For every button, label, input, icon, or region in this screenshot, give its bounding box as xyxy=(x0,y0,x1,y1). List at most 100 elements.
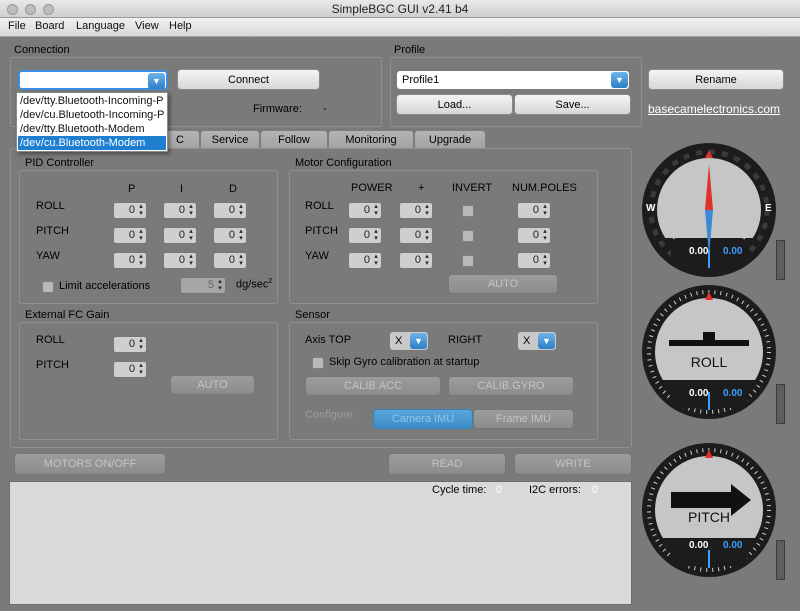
port-option-selected[interactable]: /dev/cu.Bluetooth-Modem xyxy=(18,136,166,150)
port-select[interactable]: ▼ xyxy=(18,70,168,90)
ext-fc-roll[interactable]: 0 ▴ ▾ xyxy=(113,336,147,353)
motor-yaw-power[interactable]: 0 ▴ ▾ xyxy=(348,252,382,269)
value: 0 xyxy=(414,204,421,216)
pid-pitch-p[interactable]: 0 ▴ ▾ xyxy=(113,227,147,244)
calib-gyro-button[interactable]: CALIB.GYRO xyxy=(448,376,574,396)
pid-title: PID Controller xyxy=(25,157,95,169)
menu-board[interactable]: Board xyxy=(35,20,64,32)
spinner-arrows-icon[interactable]: ▴ ▾ xyxy=(187,203,195,217)
window-titlebar: SimpleBGC GUI v2.41 b4 xyxy=(0,0,800,18)
axis-top-select[interactable]: X ▼ xyxy=(389,331,429,351)
motor-pitch-poles[interactable]: 0 ▴ ▾ xyxy=(517,227,551,244)
motor-auto-button[interactable]: AUTO xyxy=(448,274,558,294)
motor-pitch-plus[interactable]: 0 ▴ ▾ xyxy=(399,227,433,244)
pid-yaw-i[interactable]: 0 ▴ ▾ xyxy=(163,252,197,269)
limit-accelerations-checkbox[interactable] xyxy=(42,281,54,293)
spinner-arrows-icon[interactable]: ▴ ▾ xyxy=(372,253,380,267)
connect-button[interactable]: Connect xyxy=(177,69,320,90)
connection-title: Connection xyxy=(14,44,70,56)
spinner-arrows-icon[interactable]: ▴ ▾ xyxy=(137,228,145,242)
pid-pitch-d[interactable]: 0 ▴ ▾ xyxy=(213,227,247,244)
axis-right-label: RIGHT xyxy=(448,334,483,346)
spinner-arrows-icon[interactable]: ▴ ▾ xyxy=(423,253,431,267)
axis-right-select[interactable]: X ▼ xyxy=(517,331,557,351)
motor-pitch-power[interactable]: 0 ▴ ▾ xyxy=(348,227,382,244)
ext-fc-auto-button[interactable]: AUTO xyxy=(170,375,255,395)
profile-load-button[interactable]: Load... xyxy=(396,94,513,115)
motor-header-plus: + xyxy=(418,182,425,194)
tab-follow[interactable]: Follow xyxy=(260,130,328,149)
port-option[interactable]: /dev/tty.Bluetooth-Modem xyxy=(18,122,166,136)
log-area[interactable] xyxy=(9,481,632,605)
firmware-value: - xyxy=(323,103,327,115)
frame-imu-button[interactable]: Frame IMU xyxy=(473,409,574,429)
menu-language[interactable]: Language xyxy=(76,20,125,32)
website-link[interactable]: basecamelectronics.com xyxy=(648,102,780,116)
i2c-errors-value: 0 xyxy=(592,484,599,496)
value: 0 xyxy=(414,229,421,241)
roll-horizon-bar xyxy=(669,340,749,346)
motor-yaw-invert-checkbox[interactable] xyxy=(462,255,474,267)
tab-upgrade[interactable]: Upgrade xyxy=(414,130,486,149)
menu-help[interactable]: Help xyxy=(169,20,192,32)
spinner-arrows-icon[interactable]: ▴ ▾ xyxy=(187,253,195,267)
motor-pitch-invert-checkbox[interactable] xyxy=(462,230,474,242)
pid-header-i: I xyxy=(180,183,184,195)
motors-on-off-button[interactable]: MOTORS ON/OFF xyxy=(14,453,166,475)
axis-top-label: Axis TOP xyxy=(305,334,352,346)
spinner-arrows-icon[interactable]: ▴ ▾ xyxy=(541,228,549,242)
camera-imu-button[interactable]: Camera IMU xyxy=(373,409,473,429)
pid-roll-d[interactable]: 0 ▴ ▾ xyxy=(213,202,247,219)
write-button[interactable]: WRITE xyxy=(514,453,632,475)
spinner-arrows-icon[interactable]: ▴ ▾ xyxy=(423,203,431,217)
skip-gyro-checkbox[interactable] xyxy=(312,357,324,369)
spinner-arrows-icon[interactable]: ▴ ▾ xyxy=(137,253,145,267)
zoom-window-button[interactable] xyxy=(43,4,54,15)
pid-roll-p[interactable]: 0 ▴ ▾ xyxy=(113,202,147,219)
port-option[interactable]: /dev/tty.Bluetooth-Incoming-P xyxy=(18,94,166,108)
motor-roll-plus[interactable]: 0 ▴ ▾ xyxy=(399,202,433,219)
motor-roll-power[interactable]: 0 ▴ ▾ xyxy=(348,202,382,219)
spinner-arrows-icon[interactable]: ▴ ▾ xyxy=(372,228,380,242)
pid-yaw-p[interactable]: 0 ▴ ▾ xyxy=(113,252,147,269)
spinner-arrows-icon[interactable]: ▴ ▾ xyxy=(541,203,549,217)
motor-row-label: ROLL xyxy=(305,200,334,212)
pid-roll-i[interactable]: 0 ▴ ▾ xyxy=(163,202,197,219)
profile-select[interactable]: Profile1 ▼ xyxy=(396,70,630,90)
tab-service[interactable]: Service xyxy=(200,130,260,149)
chevron-down-icon: ▼ xyxy=(148,73,165,89)
pid-pitch-i[interactable]: 0 ▴ ▾ xyxy=(163,227,197,244)
roll-level-bar xyxy=(776,384,785,424)
rename-button[interactable]: Rename xyxy=(648,69,784,90)
ext-fc-pitch[interactable]: 0 ▴ ▾ xyxy=(113,361,147,378)
spinner-arrows-icon[interactable]: ▴ ▾ xyxy=(237,253,245,267)
value: 0 xyxy=(228,254,235,266)
menu-file[interactable]: File xyxy=(8,20,26,32)
spinner-arrows-icon[interactable]: ▴ ▾ xyxy=(372,203,380,217)
motor-yaw-poles[interactable]: 0 ▴ ▾ xyxy=(517,252,551,269)
value: 0 xyxy=(128,254,135,266)
pid-yaw-d[interactable]: 0 ▴ ▾ xyxy=(213,252,247,269)
spinner-arrows-icon[interactable]: ▴ ▾ xyxy=(187,228,195,242)
read-button[interactable]: READ xyxy=(388,453,506,475)
close-window-button[interactable] xyxy=(7,4,18,15)
minimize-window-button[interactable] xyxy=(25,4,36,15)
cycle-time-label: Cycle time: xyxy=(432,484,487,496)
motor-yaw-plus[interactable]: 0 ▴ ▾ xyxy=(399,252,433,269)
spinner-arrows-icon[interactable]: ▴ ▾ xyxy=(137,203,145,217)
spinner-arrows-icon[interactable]: ▴ ▾ xyxy=(137,337,145,351)
port-option[interactable]: /dev/cu.Bluetooth-Incoming-P xyxy=(18,108,166,122)
calib-acc-button[interactable]: CALIB.ACC xyxy=(305,376,441,396)
sensor-title: Sensor xyxy=(295,309,330,321)
pid-header-d: D xyxy=(229,183,237,195)
spinner-arrows-icon[interactable]: ▴ ▾ xyxy=(541,253,549,267)
profile-save-button[interactable]: Save... xyxy=(514,94,631,115)
tab-monitoring[interactable]: Monitoring xyxy=(328,130,414,149)
spinner-arrows-icon[interactable]: ▴ ▾ xyxy=(137,362,145,376)
spinner-arrows-icon[interactable]: ▴ ▾ xyxy=(237,203,245,217)
motor-roll-invert-checkbox[interactable] xyxy=(462,205,474,217)
motor-roll-poles[interactable]: 0 ▴ ▾ xyxy=(517,202,551,219)
spinner-arrows-icon[interactable]: ▴ ▾ xyxy=(237,228,245,242)
spinner-arrows-icon[interactable]: ▴ ▾ xyxy=(423,228,431,242)
menu-view[interactable]: View xyxy=(135,20,159,32)
